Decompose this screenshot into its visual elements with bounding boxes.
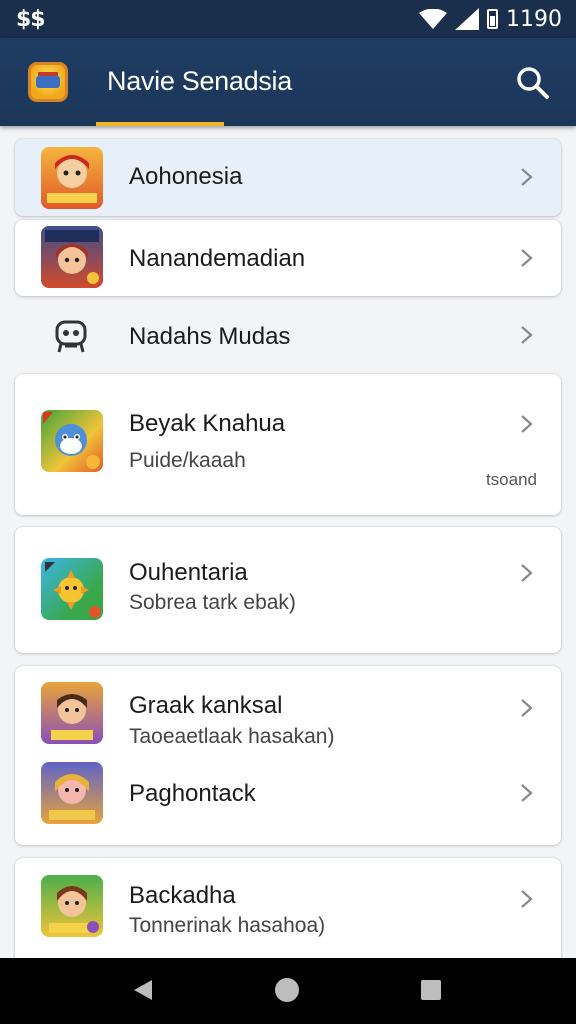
cartoon-character-icon — [41, 147, 103, 209]
cartoon-fox-icon — [41, 410, 103, 472]
cartoon-character-icon — [41, 682, 103, 744]
game-logo-icon — [28, 62, 68, 102]
list-item-title: Ouhentaria — [129, 559, 248, 586]
recents-icon[interactable] — [421, 980, 441, 1000]
list-item-subtitle: Tonnerinak hasahoa) — [129, 914, 326, 937]
list-item[interactable]: Aohonesia — [15, 139, 561, 216]
chevron-right-icon — [521, 249, 533, 267]
list-item-title: Nanandemadian — [129, 245, 306, 272]
list-item-title: Backadha — [129, 882, 236, 909]
home-icon[interactable] — [275, 978, 299, 1002]
list-item-badge: tsoand — [485, 470, 537, 489]
cartoon-character-icon — [41, 226, 103, 288]
chevron-right-icon — [521, 415, 533, 433]
page-title: Navie Senadsia — [107, 66, 292, 96]
list-item-title: Nadahs Mudas — [129, 323, 291, 350]
list-item-title: Beyak Knahua — [129, 410, 286, 437]
navigation-bar — [0, 958, 576, 1024]
status-bar: $$ 1190 — [0, 0, 576, 38]
status-right: 1190 — [419, 7, 562, 32]
list-item[interactable]: Nanandemadian — [15, 220, 561, 296]
list-item-subtitle: Puide/kaaah — [129, 449, 246, 472]
back-icon[interactable] — [132, 978, 154, 1002]
chevron-right-icon — [521, 326, 533, 344]
list-group-card: Graak kanksal Taoeaetlaak hasakan) Pagho… — [15, 666, 561, 845]
app-bar: Navie Senadsia — [0, 38, 576, 126]
search-icon — [517, 67, 549, 99]
cartoon-character-icon — [41, 762, 103, 824]
cartoon-character-icon — [41, 875, 103, 937]
robot-outline-icon — [55, 320, 87, 353]
list-item-title: Graak kanksal — [129, 692, 283, 719]
list-item[interactable]: Nadahs Mudas — [15, 300, 561, 370]
status-time: 1190 — [506, 6, 562, 32]
signal-icon — [455, 8, 479, 30]
list-item-title: Aohonesia — [129, 163, 243, 190]
list-item[interactable]: Backadha Tonnerinak hasahoa) — [15, 858, 561, 968]
notification-icons: $$ — [16, 6, 46, 32]
chevron-right-icon — [521, 890, 533, 908]
list-item-subtitle: Sobrea tark ebak) — [129, 591, 296, 614]
list-item-subtitle: Taoeaetlaak hasakan) — [129, 725, 335, 748]
chevron-right-icon — [521, 784, 533, 802]
list-item[interactable]: Paghontack — [15, 756, 561, 845]
cartoon-sun-icon — [41, 558, 103, 620]
list-item[interactable]: Graak kanksal Taoeaetlaak hasakan) — [15, 666, 561, 756]
chevron-right-icon — [521, 564, 533, 582]
chevron-right-icon — [521, 168, 533, 186]
battery-icon — [487, 9, 498, 29]
list-item-title: Paghontack — [129, 780, 256, 807]
chevron-right-icon — [521, 699, 533, 717]
title-underline — [96, 122, 224, 126]
search-button[interactable] — [512, 62, 552, 102]
list-item[interactable]: Beyak Knahua Puide/kaaah tsoand — [15, 374, 561, 515]
wifi-icon — [419, 9, 447, 29]
list-item[interactable]: Ouhentaria Sobrea tark ebak) — [15, 527, 561, 653]
